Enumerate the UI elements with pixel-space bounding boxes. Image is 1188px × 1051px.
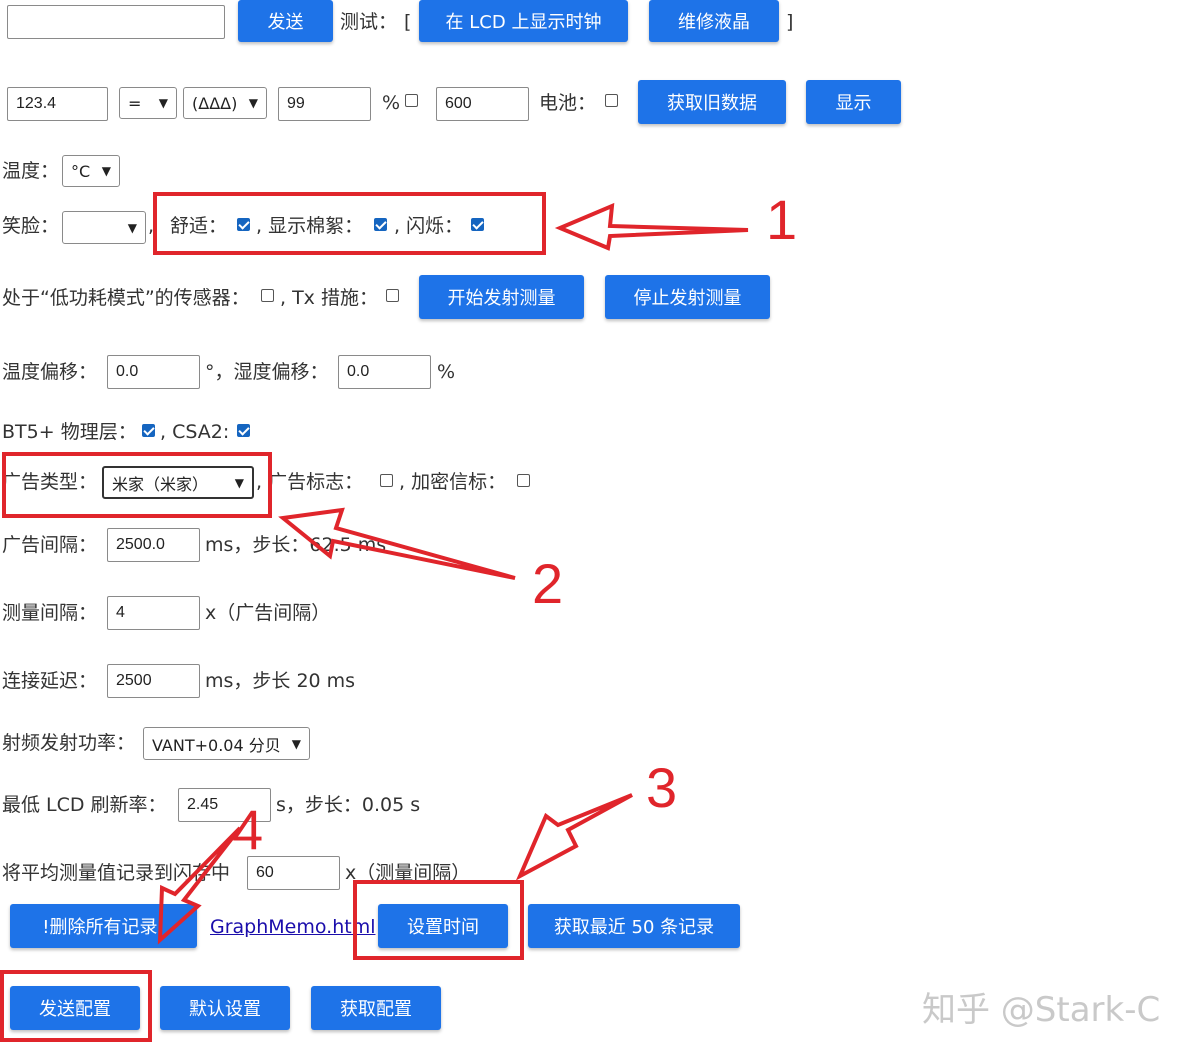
chevron-down-icon: ▼ — [101, 164, 111, 178]
encrypted-checkbox[interactable] — [517, 474, 530, 487]
adv-interval-label: 广告间隔： — [2, 534, 98, 556]
rf-power-select-value: VANT+0.04 分贝 — [152, 735, 281, 755]
low-power-label: 处于“低功耗模式”的传感器： — [2, 287, 250, 309]
humidity-offset-input[interactable] — [338, 355, 431, 389]
percent-checkbox[interactable] — [405, 94, 418, 107]
bracket-close: ] — [786, 11, 794, 33]
csa2-label: , CSA2: — [160, 421, 230, 443]
temperature-unit-value: °C — [71, 161, 91, 181]
start-tx-button[interactable]: 开始发射测量 — [419, 275, 584, 319]
send-button[interactable]: 发送 — [238, 0, 333, 42]
temperature-label: 温度： — [2, 160, 60, 182]
test-label: 测试： — [340, 11, 398, 33]
temp-offset-input[interactable] — [107, 355, 200, 389]
rf-power-select[interactable]: VANT+0.04 分贝 ▼ — [143, 727, 310, 760]
show-clock-button[interactable]: 在 LCD 上显示时钟 — [419, 0, 628, 42]
bracket-open: [ — [404, 11, 412, 33]
percent-label: % — [382, 92, 401, 114]
temp-offset-unit: °，湿度偏移： — [205, 361, 329, 383]
annotation-arrows — [157, 202, 749, 945]
battery-label: 电池： — [539, 92, 597, 114]
lcd-refresh-label: 最低 LCD 刷新率： — [2, 794, 167, 816]
flash-log-input[interactable] — [247, 856, 340, 890]
csa2-checkbox[interactable] — [237, 424, 250, 437]
measure-interval-unit: x（广告间隔） — [205, 602, 331, 624]
chevron-down-icon: ▼ — [158, 96, 168, 110]
command-input[interactable] — [7, 5, 225, 39]
measure-interval-label: 测量间隔： — [2, 602, 98, 624]
annotation-box-3 — [353, 880, 524, 960]
annotation-box-2 — [2, 452, 272, 518]
graph-memo-link[interactable]: GraphMemo.html — [210, 915, 375, 939]
chevron-down-icon: ▼ — [248, 96, 258, 110]
conn-delay-unit: ms，步长 20 ms — [205, 670, 356, 692]
get-last-50-button[interactable]: 获取最近 50 条记录 — [528, 904, 740, 948]
smile-label: 笑脸： — [2, 215, 60, 237]
annotation-number-4: 4 — [232, 798, 264, 861]
conn-delay-label: 连接延迟： — [2, 670, 98, 692]
arrow-1-icon — [554, 202, 749, 251]
watermark: 知乎 @Stark-C — [922, 990, 1161, 1030]
operator-select[interactable]: = ▼ — [119, 87, 177, 119]
annotation-number-3: 3 — [646, 756, 678, 819]
delete-all-records-button[interactable]: !删除所有记录! — [10, 904, 197, 948]
flash-log-label: 将平均测量值记录到闪存中 — [2, 862, 231, 884]
show-button[interactable]: 显示 — [806, 80, 901, 124]
conn-delay-input[interactable] — [107, 664, 200, 698]
adv-interval-input[interactable] — [107, 528, 200, 562]
adv-flags-checkbox[interactable] — [380, 474, 393, 487]
annotation-box-4 — [0, 970, 152, 1042]
phy-checkbox[interactable] — [142, 424, 155, 437]
temperature-unit-select[interactable]: °C ▼ — [62, 155, 120, 187]
low-power-checkbox[interactable] — [261, 289, 274, 302]
value-input[interactable] — [7, 87, 108, 121]
phy-label: BT5+ 物理层： — [2, 421, 137, 443]
rf-power-label: 射频发射功率： — [2, 732, 136, 754]
adv-interval-unit: ms，步长：62.5 ms — [205, 534, 387, 556]
battery-checkbox[interactable] — [605, 94, 618, 107]
humidity-offset-unit: % — [437, 361, 456, 383]
face-select-value: (ΔΔΔ) — [192, 93, 238, 113]
annotation-number-1: 1 — [766, 188, 798, 251]
default-settings-button[interactable]: 默认设置 — [160, 986, 290, 1030]
arrow-3-icon — [515, 793, 633, 881]
encrypted-label: , 加密信标： — [399, 471, 507, 493]
get-old-data-button[interactable]: 获取旧数据 — [638, 80, 786, 124]
lcd-refresh-unit: s，步长：0.05 s — [276, 794, 421, 816]
battery-input[interactable] — [436, 87, 529, 121]
get-config-button[interactable]: 获取配置 — [311, 986, 441, 1030]
smile-select[interactable]: ▼ — [62, 211, 146, 244]
stop-tx-button[interactable]: 停止发射测量 — [605, 275, 770, 319]
temp-offset-label: 温度偏移： — [2, 361, 98, 383]
operator-select-value: = — [128, 93, 142, 113]
tx-checkbox[interactable] — [386, 289, 399, 302]
chevron-down-icon: ▼ — [291, 736, 301, 751]
face-select[interactable]: (ΔΔΔ) ▼ — [183, 87, 267, 119]
tx-label: , Tx 措施： — [280, 287, 378, 309]
annotation-box-1 — [153, 192, 546, 255]
repair-lcd-button[interactable]: 维修液晶 — [649, 0, 779, 42]
adv-flags-label: , 广告标志： — [256, 471, 364, 493]
chevron-down-icon: ▼ — [127, 220, 137, 235]
percent-input[interactable] — [278, 87, 371, 121]
annotation-number-2: 2 — [532, 552, 564, 615]
measure-interval-input[interactable] — [107, 596, 200, 630]
